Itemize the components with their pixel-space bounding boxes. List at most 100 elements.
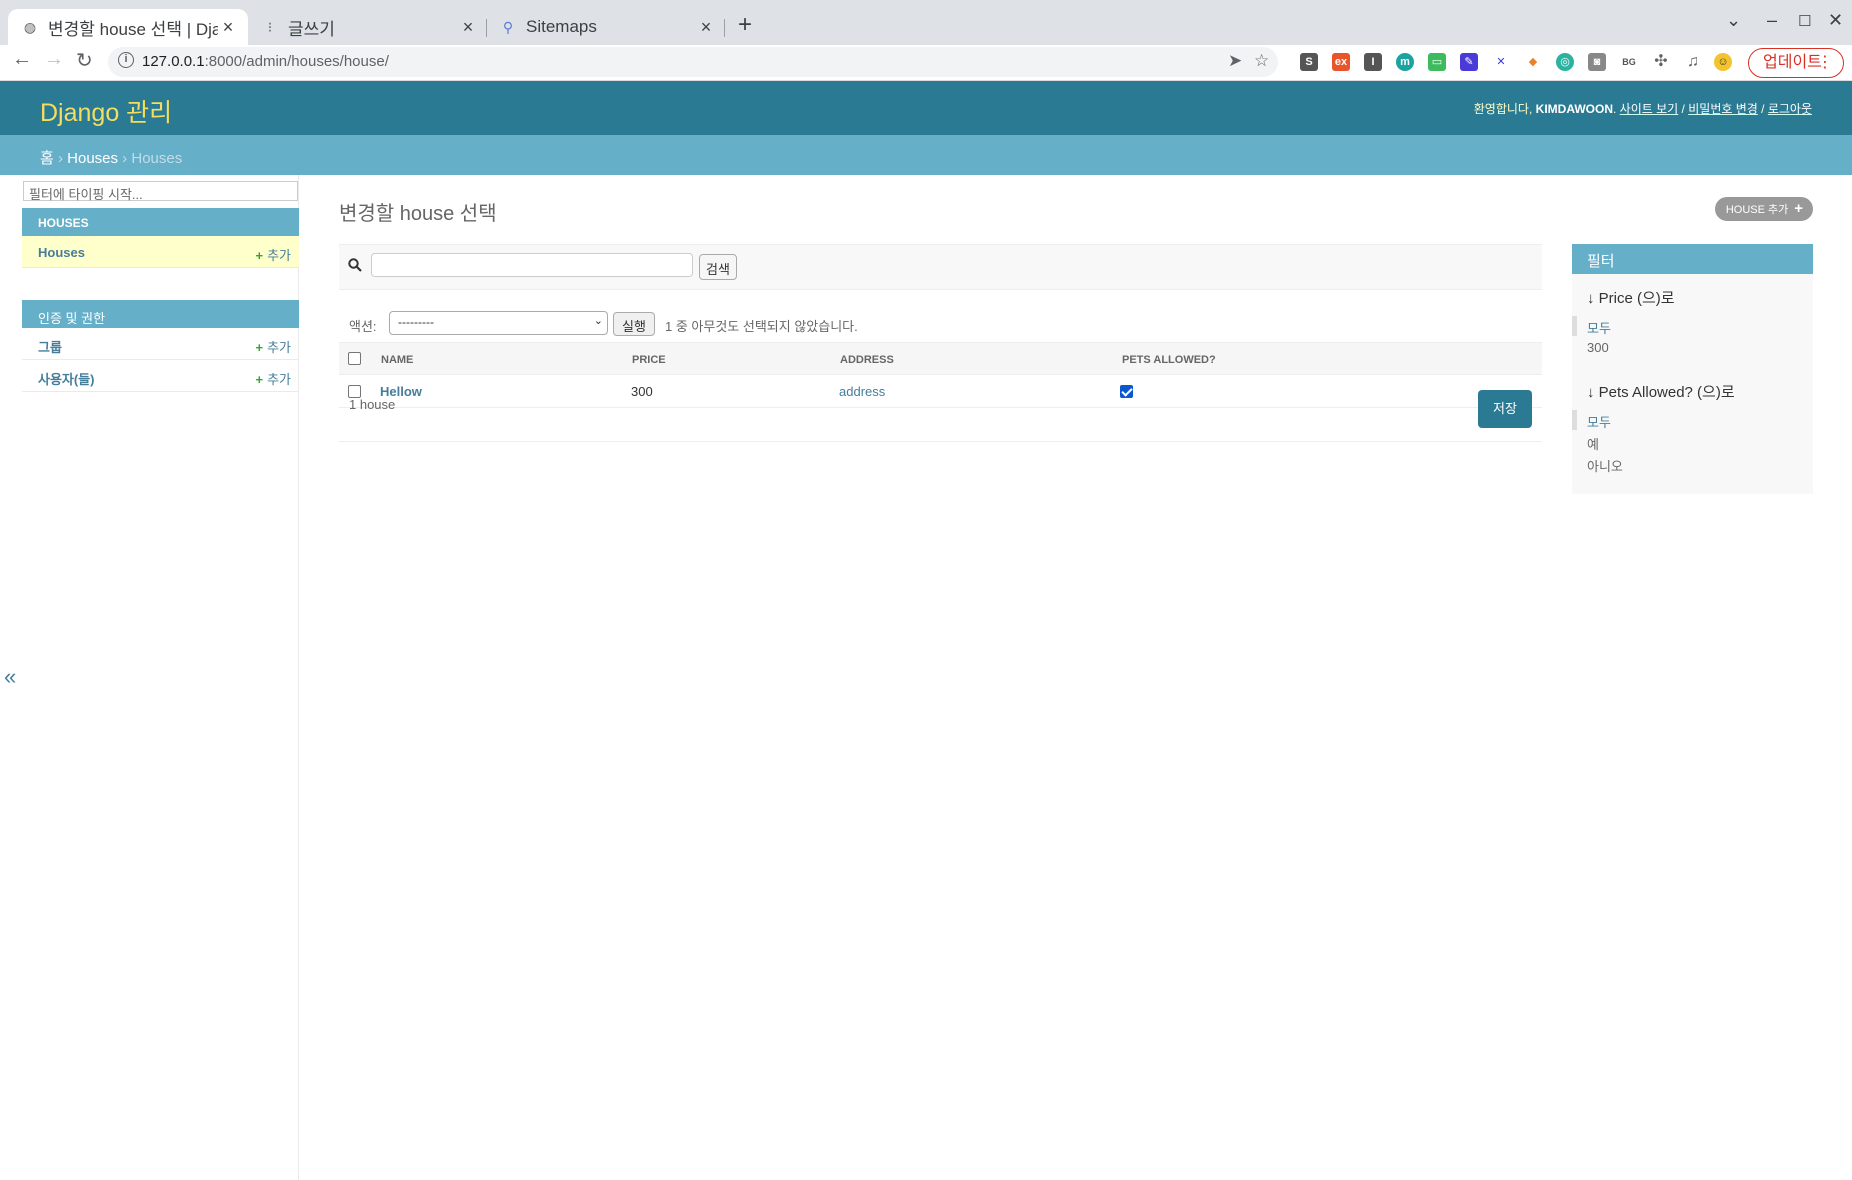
address-bar[interactable]: i 127.0.0.1:8000/admin/houses/house/ ➤ ☆ bbox=[108, 47, 1278, 77]
browser-tab-3[interactable]: ⚲ Sitemaps × bbox=[494, 9, 722, 45]
extension-ex-icon[interactable]: ex bbox=[1332, 53, 1350, 71]
site-brand[interactable]: Django 관리 bbox=[40, 93, 172, 129]
sitemap-icon: ⚲ bbox=[502, 19, 514, 35]
browser-window: { "browser": { "tabs": [ {"label": "변경할 … bbox=[0, 0, 1852, 1180]
add-link[interactable]: + 추가 bbox=[255, 337, 291, 356]
browser-toolbar: ← → ↻ i 127.0.0.1:8000/admin/houses/hous… bbox=[0, 45, 1852, 81]
site-info-icon[interactable]: i bbox=[118, 52, 134, 68]
forward-icon[interactable]: → bbox=[44, 48, 64, 71]
star-icon[interactable]: ☆ bbox=[1254, 51, 1269, 71]
search-icon bbox=[348, 258, 362, 272]
update-button[interactable]: 업데이트 ⋮ bbox=[1748, 48, 1844, 78]
search-toolbar: 검색 bbox=[339, 244, 1542, 290]
column-header-pets[interactable]: Pets allowed? bbox=[1122, 354, 1216, 366]
extension-edit-icon[interactable]: ✎ bbox=[1460, 53, 1478, 71]
selection-counter: 1 중 아무것도 선택되지 않았습니다. bbox=[665, 319, 858, 334]
username: KIMDAWOON bbox=[1535, 102, 1613, 116]
filter-group-pets: ↓ Pets Allowed? (으)로 모두 예 아니오 bbox=[1572, 381, 1807, 478]
breadcrumb-home[interactable]: 홈 bbox=[40, 150, 54, 167]
update-label: 업데이트 bbox=[1763, 54, 1822, 71]
browser-tab-active[interactable]: ◍ 변경할 house 선택 | Djang × bbox=[8, 9, 248, 45]
filter-option-no[interactable]: 아니오 bbox=[1587, 456, 1807, 478]
new-tab-icon[interactable]: + bbox=[738, 11, 752, 39]
window-close-icon[interactable]: ✕ bbox=[1828, 10, 1843, 31]
add-house-button[interactable]: House 추가 + bbox=[1714, 197, 1813, 221]
tab-separator bbox=[486, 19, 487, 37]
sidebar-item-label[interactable]: 사용자(들) bbox=[38, 369, 95, 388]
extension-person-icon[interactable]: ◙ bbox=[1588, 53, 1606, 71]
plus-icon: + bbox=[255, 372, 264, 387]
paginator: 1 house 저장 bbox=[339, 376, 1542, 442]
search-button[interactable]: 검색 bbox=[699, 254, 737, 280]
select-all-checkbox[interactable] bbox=[348, 352, 361, 365]
view-site-link[interactable]: 사이트 보기 bbox=[1620, 102, 1679, 116]
filter-group-price: ↓ Price (으)로 모두 300 bbox=[1572, 287, 1807, 362]
app-module-auth: 인증 및 권한 그룹 + 추가 사용자(들) + 추가 bbox=[22, 300, 299, 392]
module-caption[interactable]: Houses bbox=[22, 208, 299, 236]
tab-label: Sitemaps bbox=[526, 17, 597, 36]
sidebar-item-houses: Houses + 추가 bbox=[22, 236, 299, 268]
welcome-text: 환영합니다, bbox=[1473, 102, 1533, 116]
back-icon[interactable]: ← bbox=[12, 48, 32, 71]
tab-separator bbox=[724, 19, 725, 37]
media-icon[interactable]: ♫ bbox=[1684, 53, 1702, 71]
filter-option-300[interactable]: 300 bbox=[1587, 340, 1807, 362]
sidebar-item-label[interactable]: Houses bbox=[38, 245, 85, 260]
send-icon[interactable]: ➤ bbox=[1228, 51, 1242, 71]
breadcrumb-app[interactable]: Houses bbox=[67, 150, 118, 167]
add-link[interactable]: + 추가 bbox=[255, 245, 291, 264]
globe-icon: ◍ bbox=[23, 19, 37, 35]
extension-tv-icon[interactable]: ▭ bbox=[1428, 53, 1446, 71]
filter-option-all[interactable]: 모두 bbox=[1572, 410, 1807, 434]
search-input[interactable] bbox=[371, 253, 693, 277]
sidebar-item-label[interactable]: 그룹 bbox=[38, 337, 62, 356]
extension-x-icon[interactable]: ✕ bbox=[1492, 53, 1510, 71]
sidebar-item-users: 사용자(들) + 추가 bbox=[22, 360, 299, 392]
logout-link[interactable]: 로그아웃 bbox=[1768, 102, 1812, 116]
reload-icon[interactable]: ↻ bbox=[76, 48, 93, 73]
admin-header: Django 관리 환영합니다, KIMDAWOON. 사이트 보기 / 비밀번… bbox=[0, 81, 1852, 135]
extension-circle-icon[interactable]: ◎ bbox=[1556, 53, 1574, 71]
tab-label: 글쓰기 bbox=[288, 19, 335, 39]
filter-option-all[interactable]: 모두 bbox=[1572, 316, 1807, 340]
tab-label: 변경할 house 선택 | Djang bbox=[48, 19, 218, 39]
toggle-sidebar-button[interactable]: « bbox=[4, 664, 16, 690]
filter-caption: 필터 bbox=[1572, 244, 1813, 274]
filter-option-yes[interactable]: 예 bbox=[1587, 434, 1807, 456]
tab-search-icon[interactable]: ⌄ bbox=[1726, 10, 1741, 31]
changelist: 검색 액션: --------- ⌄ 실행 1 중 아무것도 선택되지 않았습니다… bbox=[339, 244, 1542, 442]
sidebar-filter-input[interactable]: 필터에 타이핑 시작... bbox=[23, 181, 298, 202]
app-module-houses: Houses Houses + 추가 bbox=[22, 208, 299, 268]
extension-bar-icon[interactable]: BG bbox=[1620, 53, 1638, 71]
puzzle-icon[interactable]: ✣ bbox=[1652, 53, 1670, 71]
column-header-price[interactable]: Price bbox=[632, 354, 666, 366]
actions-label: 액션: bbox=[349, 319, 377, 334]
minimize-icon[interactable]: – bbox=[1767, 10, 1777, 31]
extension-m-icon[interactable]: m bbox=[1396, 53, 1414, 71]
browser-tab-2[interactable]: ⁝ 글쓰기 × bbox=[256, 9, 484, 45]
column-header-address[interactable]: Address bbox=[840, 354, 894, 366]
plus-icon: + bbox=[1794, 200, 1803, 217]
user-tools: 환영합니다, KIMDAWOON. 사이트 보기 / 비밀번호 변경 / 로그아… bbox=[1473, 102, 1812, 116]
run-action-button[interactable]: 실행 bbox=[613, 312, 655, 336]
menu-icon[interactable]: ⋮ bbox=[1817, 49, 1833, 76]
close-icon[interactable]: × bbox=[458, 17, 478, 38]
module-caption[interactable]: 인증 및 권한 bbox=[22, 300, 299, 328]
plus-icon: + bbox=[255, 340, 264, 355]
close-icon[interactable]: × bbox=[218, 17, 238, 38]
filter-title: ↓ Pets Allowed? (으)로 bbox=[1587, 384, 1735, 401]
plus-icon: + bbox=[255, 248, 264, 263]
save-button[interactable]: 저장 bbox=[1478, 390, 1532, 428]
change-password-link[interactable]: 비밀번호 변경 bbox=[1688, 102, 1758, 116]
add-link[interactable]: + 추가 bbox=[255, 369, 291, 388]
dots-icon: ⁝ bbox=[267, 19, 273, 35]
profile-avatar[interactable]: ☺ bbox=[1714, 53, 1732, 71]
column-header-name[interactable]: Name bbox=[381, 354, 413, 366]
metamask-icon[interactable]: ◆ bbox=[1524, 53, 1542, 71]
actions-bar: 액션: --------- ⌄ 실행 1 중 아무것도 선택되지 않았습니다. bbox=[339, 304, 1542, 342]
extension-s-icon[interactable]: S bbox=[1300, 53, 1318, 71]
close-icon[interactable]: × bbox=[696, 17, 716, 38]
maximize-icon[interactable]: ☐ bbox=[1798, 12, 1811, 30]
action-select[interactable]: --------- ⌄ bbox=[389, 311, 608, 335]
extension-i-icon[interactable]: I bbox=[1364, 53, 1382, 71]
